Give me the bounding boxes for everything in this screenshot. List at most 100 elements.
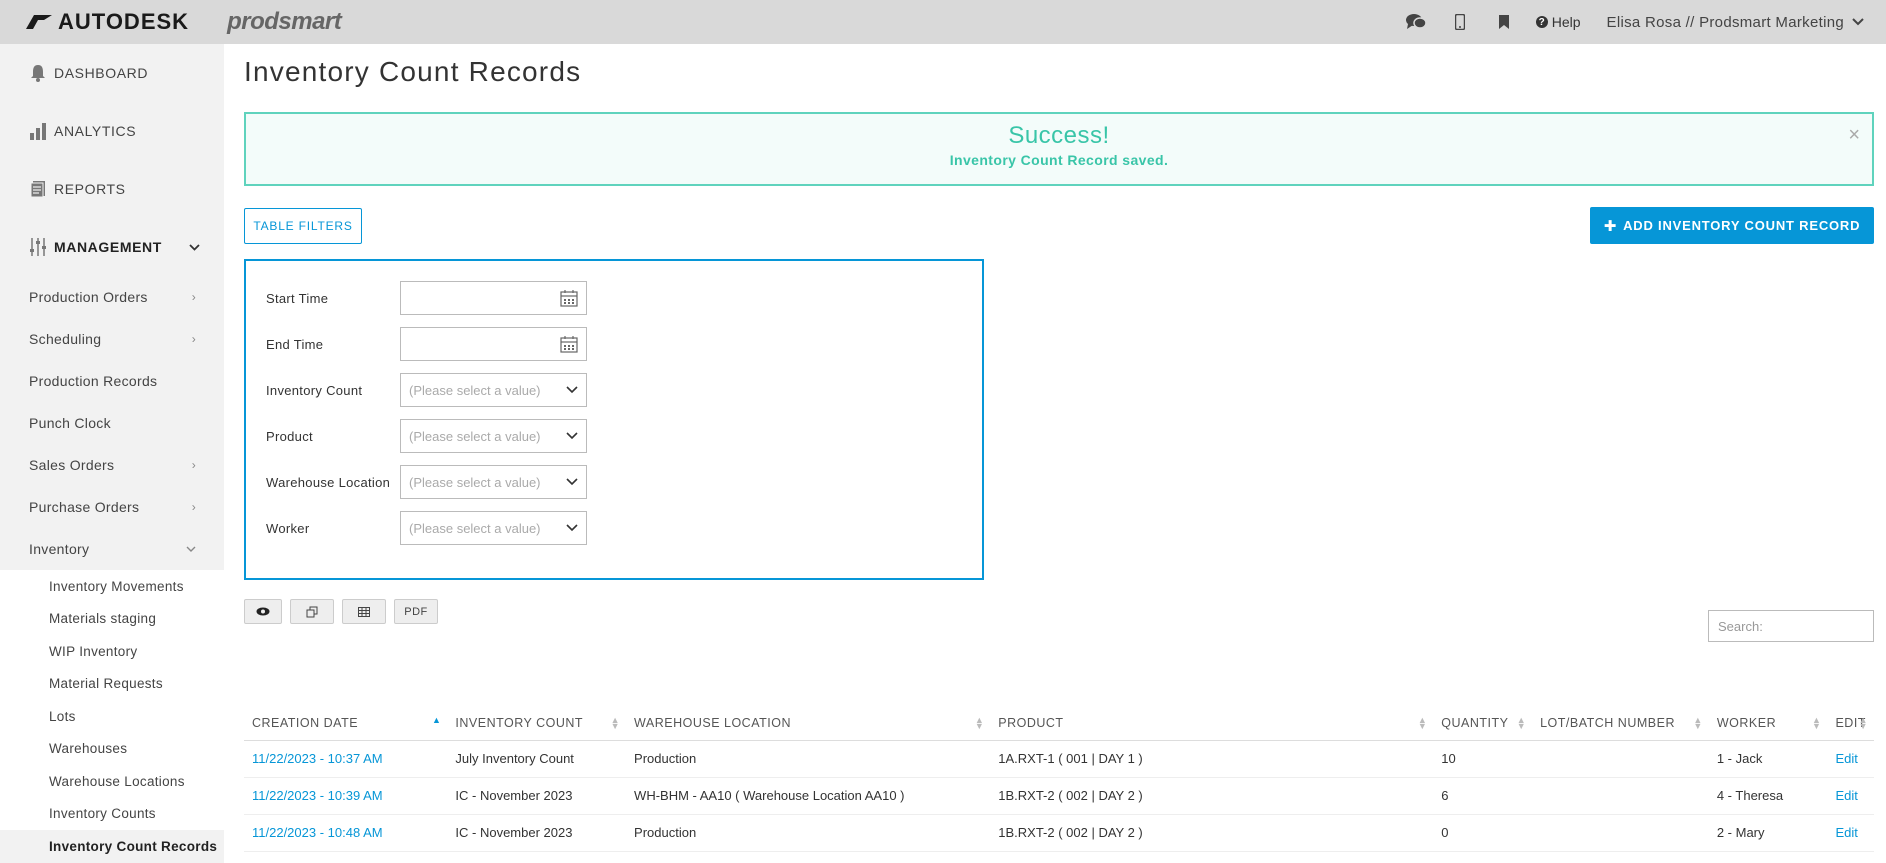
table-icon — [358, 606, 370, 617]
col-lot-batch-number[interactable]: LOT/BATCH NUMBER ▲ ▼ — [1532, 706, 1709, 741]
col-worker[interactable]: WORKER ▲ ▼ — [1708, 706, 1828, 741]
nav-management[interactable]: MANAGEMENT — [0, 218, 224, 276]
copy-icon — [306, 606, 318, 617]
nav-label: Inventory — [29, 541, 90, 557]
nav-analytics[interactable]: ANALYTICS — [0, 102, 224, 160]
records-table: CREATION DATE ▲ INVENTORY COUNT ▲ ▼ WAREHOU… — [244, 706, 1874, 863]
calendar-icon[interactable] — [560, 336, 578, 353]
table-row: 11/22/2023 - 10:39 AM IC - November 2023… — [244, 777, 1874, 815]
brand-name: AUTODESK — [58, 9, 190, 34]
sort-icon: ▲ ▼ — [1516, 715, 1527, 731]
calendar-icon[interactable] — [560, 290, 578, 307]
nav-inventory-counts[interactable]: Inventory Counts — [0, 798, 224, 831]
autodesk-mark-icon — [26, 15, 52, 29]
bar-chart-icon — [28, 121, 48, 141]
nav-inventory-count-records[interactable]: Inventory Count Records — [0, 830, 224, 863]
worker-label: Worker — [266, 520, 310, 536]
nav-lots[interactable]: Lots — [0, 700, 224, 733]
quantity-cell: 10 — [1433, 740, 1533, 778]
end-time-input[interactable] — [400, 327, 587, 361]
start-time-input[interactable] — [400, 281, 587, 315]
nav-purchase-orders[interactable]: Purchase Orders › — [0, 486, 224, 528]
col-edit[interactable]: EDIT ▲ ▼ — [1827, 706, 1874, 741]
warehouse-location-select[interactable]: (Please select a value) — [400, 465, 587, 499]
sort-icon: ▲ ▼ — [1693, 715, 1703, 731]
worker-select[interactable]: (Please select a value) — [400, 511, 587, 545]
nav-scheduling[interactable]: Scheduling › — [0, 318, 224, 360]
col-warehouse-location[interactable]: WAREHOUSE LOCATION ▲ ▼ — [626, 706, 991, 741]
product-select[interactable]: (Please select a value) — [400, 419, 587, 453]
creation-date-link[interactable]: 11/22/2023 - 10:49 AM — [244, 851, 448, 863]
start-time-label: Start Time — [266, 290, 329, 306]
worker-cell: 2 - Mary — [1708, 851, 1828, 863]
chevron-down-icon — [558, 512, 586, 544]
lot-batch-cell — [1532, 814, 1709, 852]
nav-warehouses[interactable]: Warehouses — [0, 733, 224, 766]
table-filters-button[interactable]: TABLE FILTERS — [244, 208, 362, 244]
nav-label: ANALYTICS — [54, 123, 137, 139]
mobile-icon[interactable] — [1438, 0, 1482, 44]
creation-date-link[interactable]: 11/22/2023 - 10:37 AM — [244, 740, 448, 778]
nav-inventory[interactable]: Inventory — [0, 528, 224, 570]
edit-link[interactable]: Edit — [1827, 851, 1874, 863]
help-link[interactable]: ? Help — [1535, 14, 1581, 30]
inventory-count-select[interactable]: (Please select a value) — [400, 373, 587, 407]
search-input[interactable]: Search: — [1708, 610, 1874, 642]
select-placeholder: (Please select a value) — [409, 382, 541, 398]
lot-batch-cell — [1532, 851, 1709, 863]
add-button-label: ADD INVENTORY COUNT RECORD — [1623, 218, 1861, 233]
product-label: Product — [266, 428, 313, 444]
eye-icon — [256, 607, 270, 616]
copy-button[interactable] — [290, 599, 334, 624]
help-label: Help — [1551, 14, 1581, 30]
page-title: Inventory Count Records — [244, 56, 582, 87]
chevron-right-icon: › — [191, 290, 196, 304]
question-icon: ? — [1535, 16, 1548, 28]
nav-label: Production Records — [29, 373, 158, 389]
nav-label: MANAGEMENT — [54, 239, 162, 255]
select-placeholder: (Please select a value) — [409, 520, 541, 536]
col-product[interactable]: PRODUCT ▲ ▼ — [990, 706, 1434, 741]
col-creation-date[interactable]: CREATION DATE ▲ — [244, 706, 448, 741]
nav-label: DASHBOARD — [54, 65, 149, 81]
creation-date-link[interactable]: 11/22/2023 - 10:39 AM — [244, 777, 448, 815]
nav-warehouse-locations[interactable]: Warehouse Locations — [0, 765, 224, 798]
nav-inventory-movements[interactable]: Inventory Movements — [0, 570, 224, 603]
edit-link[interactable]: Edit — [1827, 777, 1874, 815]
edit-link[interactable]: Edit — [1827, 814, 1874, 852]
table-row: 11/22/2023 - 10:48 AM IC - November 2023… — [244, 814, 1874, 852]
col-inventory-count[interactable]: INVENTORY COUNT ▲ ▼ — [447, 706, 627, 741]
chat-icon[interactable] — [1394, 0, 1438, 44]
nav-label: Purchase Orders — [29, 499, 140, 515]
sort-icon: ▲ ▼ — [974, 715, 985, 731]
pdf-button[interactable]: PDF — [394, 599, 438, 624]
column-visibility-button[interactable] — [244, 599, 282, 624]
inventory-submenu: Inventory Movements Materials staging WI… — [0, 570, 224, 863]
quantity-cell: 0.086 — [1433, 851, 1533, 863]
product-cell: 1B.RXT-2 ( 002 | DAY 2 ) — [990, 777, 1434, 815]
col-quantity[interactable]: QUANTITY ▲ ▼ — [1433, 706, 1533, 741]
bookmark-icon[interactable] — [1482, 0, 1526, 44]
autodesk-logo[interactable]: AUTODESK — [26, 9, 189, 35]
product-cell: 1A.RXT-1 ( 001 | DAY 1 ) — [990, 740, 1434, 778]
add-inventory-count-record-button[interactable]: ✚ ADD INVENTORY COUNT RECORD — [1590, 207, 1874, 244]
nav-material-requests[interactable]: Material Requests — [0, 668, 224, 701]
nav-materials-staging[interactable]: Materials staging — [0, 603, 224, 636]
user-label: Elisa Rosa // Prodsmart Marketing — [1606, 13, 1844, 31]
nav-punch-clock[interactable]: Punch Clock — [0, 402, 224, 444]
product-logo[interactable]: prodsmart — [227, 8, 342, 36]
edit-link[interactable]: Edit — [1827, 740, 1874, 778]
nav-sales-orders[interactable]: Sales Orders › — [0, 444, 224, 486]
nav-production-orders[interactable]: Production Orders › — [0, 276, 224, 318]
close-icon[interactable]: × — [1848, 124, 1860, 147]
quantity-cell: 6 — [1433, 777, 1533, 815]
warehouse-location-cell: WH-BHM - AA10 ( Warehouse Location AA10 … — [626, 777, 991, 815]
sort-icon: ▲ ▼ — [610, 715, 621, 731]
csv-button[interactable] — [342, 599, 386, 624]
nav-production-records[interactable]: Production Records — [0, 360, 224, 402]
nav-reports[interactable]: REPORTS — [0, 160, 224, 218]
creation-date-link[interactable]: 11/22/2023 - 10:48 AM — [244, 814, 448, 852]
nav-wip-inventory[interactable]: WIP Inventory — [0, 635, 224, 668]
nav-dashboard[interactable]: DASHBOARD — [0, 44, 224, 102]
user-menu[interactable]: Elisa Rosa // Prodsmart Marketing — [1607, 14, 1864, 31]
